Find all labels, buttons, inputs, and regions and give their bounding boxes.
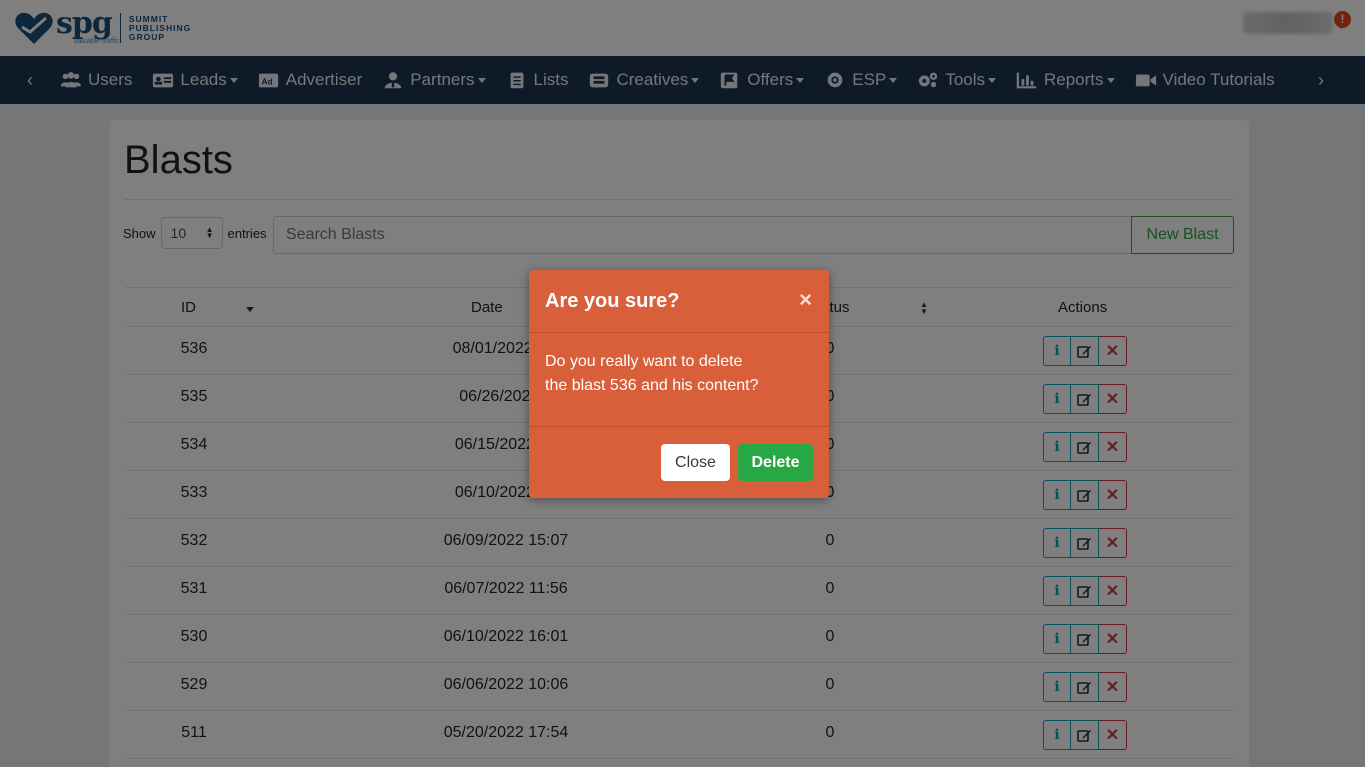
modal-header: Are you sure? × bbox=[529, 270, 829, 333]
modal-title: Are you sure? bbox=[545, 290, 680, 312]
modal-body: Do you really want to delete the blast 5… bbox=[529, 333, 829, 427]
close-button[interactable]: Close bbox=[661, 444, 730, 481]
delete-confirm-modal: Are you sure? × Do you really want to de… bbox=[529, 270, 829, 498]
modal-message-line-2: the blast 536 and his content? bbox=[545, 377, 759, 394]
modal-message-line-1: Do you really want to delete bbox=[545, 353, 743, 370]
close-icon[interactable]: × bbox=[799, 287, 812, 313]
modal-footer: Close Delete bbox=[529, 427, 829, 497]
delete-button[interactable]: Delete bbox=[738, 444, 813, 481]
